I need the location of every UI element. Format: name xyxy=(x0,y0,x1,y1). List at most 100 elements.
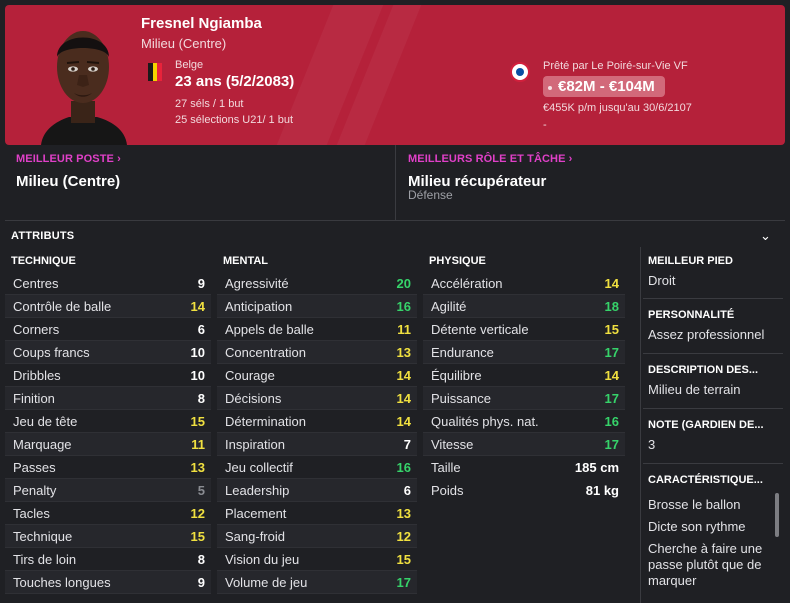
personality-value: Assez professionnel xyxy=(648,327,765,342)
mental-attribute-row[interactable]: Concentration 13 xyxy=(217,341,417,364)
trait-item: Cherche à faire une passe plutôt que de … xyxy=(648,541,763,588)
attribute-value: 15 xyxy=(604,322,619,337)
mental-attribute-row[interactable]: Vision du jeu 15 xyxy=(217,548,417,571)
physique-attribute-row[interactable]: Détente verticale 15 xyxy=(423,318,625,341)
technique-attribute-row[interactable]: Dribbles 10 xyxy=(5,364,211,387)
player-caps: 27 séls / 1 but xyxy=(175,98,244,110)
physique-attribute-row[interactable]: Accélération 14 xyxy=(423,272,625,295)
technique-attribute-row[interactable]: Technique 15 xyxy=(5,525,211,548)
mental-attribute-row[interactable]: Inspiration 7 xyxy=(217,433,417,456)
mental-attribute-row[interactable]: Anticipation 16 xyxy=(217,295,417,318)
attribute-value: 14 xyxy=(396,368,411,383)
technique-attribute-row[interactable]: Centres 9 xyxy=(5,272,211,295)
technique-attribute-row[interactable]: Marquage 11 xyxy=(5,433,211,456)
attribute-value: 13 xyxy=(396,506,411,521)
attribute-value: 15 xyxy=(190,529,205,544)
weight-value: 81 kg xyxy=(585,483,619,498)
technique-attribute-row[interactable]: Contrôle de balle 14 xyxy=(5,295,211,318)
technique-attribute-row[interactable]: Passes 13 xyxy=(5,456,211,479)
gk-rating-label: NOTE (GARDIEN DE... xyxy=(648,419,764,431)
chevron-down-icon[interactable]: ⌄ xyxy=(760,228,771,244)
attribute-label: Agressivité xyxy=(225,276,289,291)
attribute-value: 11 xyxy=(191,437,205,452)
mental-attribute-row[interactable]: Jeu collectif 16 xyxy=(217,456,417,479)
attribute-label: Technique xyxy=(13,529,73,544)
attribute-value: 9 xyxy=(197,276,205,291)
trait-item: Brosse le ballon xyxy=(648,497,741,512)
player-traits[interactable]: CARACTÉRISTIQUE... xyxy=(648,474,783,486)
technique-column: TECHNIQUE Centres 9 Contrôle de balle 14 Cor… xyxy=(5,255,211,594)
technique-attribute-row[interactable]: Corners 6 xyxy=(5,318,211,341)
attribute-value: 15 xyxy=(396,552,411,567)
attribute-label: Coups francs xyxy=(13,345,90,360)
technique-attribute-row[interactable]: Tirs de loin 8 xyxy=(5,548,211,571)
technique-attribute-row[interactable]: Jeu de tête 15 xyxy=(5,410,211,433)
best-role-duty: Défense xyxy=(408,188,453,202)
attribute-value: 20 xyxy=(396,276,411,291)
physique-attribute-row[interactable]: Qualités phys. nat. 16 xyxy=(423,410,625,433)
attribute-value: 7 xyxy=(403,437,411,452)
attribute-value: 14 xyxy=(604,276,619,291)
attribute-label: Endurance xyxy=(431,345,494,360)
attribute-value: 17 xyxy=(604,437,619,452)
traits-label: CARACTÉRISTIQUE... xyxy=(648,474,763,486)
attribute-label: Équilibre xyxy=(431,368,482,383)
wage-info: €455K p/m jusqu'au 30/6/2107 xyxy=(543,102,692,114)
best-position-value: Milieu (Centre) xyxy=(16,173,121,190)
mental-attribute-row[interactable]: Placement 13 xyxy=(217,502,417,525)
attribute-value: 13 xyxy=(396,345,411,360)
technique-attribute-row[interactable]: Tacles 12 xyxy=(5,502,211,525)
mental-attribute-row[interactable]: Agressivité 20 xyxy=(217,272,417,295)
technique-attribute-row[interactable]: Touches longues 9 xyxy=(5,571,211,594)
player-nationality: Belge xyxy=(175,59,204,71)
attribute-label: Marquage xyxy=(13,437,72,452)
physique-attribute-row[interactable]: Puissance 17 xyxy=(423,387,625,410)
loan-info[interactable]: Prêté par Le Poiré-sur-Vie VF xyxy=(543,60,688,72)
weight-row: Poids 81 kg xyxy=(423,479,625,502)
mental-attribute-row[interactable]: Appels de balle 11 xyxy=(217,318,417,341)
technique-attribute-row[interactable]: Penalty 5 xyxy=(5,479,211,502)
mental-attribute-row[interactable]: Courage 14 xyxy=(217,364,417,387)
player-avatar xyxy=(41,31,127,145)
attribute-value: 5 xyxy=(197,483,205,498)
traits-scrollbar[interactable] xyxy=(775,493,779,537)
attribute-label: Placement xyxy=(225,506,287,521)
best-foot-value: Droit xyxy=(648,273,676,288)
physique-attribute-row[interactable]: Vitesse 17 xyxy=(423,433,625,456)
club-badge-icon xyxy=(510,62,530,82)
mental-attribute-row[interactable]: Leadership 6 xyxy=(217,479,417,502)
technique-attribute-row[interactable]: Coups francs 10 xyxy=(5,341,211,364)
attribute-value: 15 xyxy=(190,414,205,429)
technique-attribute-row[interactable]: Finition 8 xyxy=(5,387,211,410)
best-role-panel[interactable]: MEILLEURS RÔLE ET TÂCHE › Milieu récupér… xyxy=(397,145,785,220)
best-role-label[interactable]: MEILLEURS RÔLE ET TÂCHE › xyxy=(408,153,572,165)
description-label: DESCRIPTION DES... xyxy=(648,364,759,376)
height-value: 185 cm xyxy=(574,460,619,475)
technique-header: TECHNIQUE xyxy=(11,255,76,267)
transfer-value[interactable]: €82M - €104M xyxy=(543,76,665,97)
mental-attribute-row[interactable]: Volume de jeu 17 xyxy=(217,571,417,594)
player-header: Fresnel Ngiamba Milieu (Centre) Belge 23… xyxy=(5,5,785,145)
goalkeeper-rating[interactable]: NOTE (GARDIEN DE... 3 xyxy=(648,419,783,452)
physique-attribute-row[interactable]: Équilibre 14 xyxy=(423,364,625,387)
best-position-label[interactable]: MEILLEUR POSTE › xyxy=(16,153,121,165)
attribute-label: Dribbles xyxy=(13,368,61,383)
divider xyxy=(640,247,641,603)
mental-attribute-row[interactable]: Sang-froid 12 xyxy=(217,525,417,548)
divider xyxy=(643,353,783,354)
attribute-label: Vitesse xyxy=(431,437,474,452)
media-description[interactable]: DESCRIPTION DES... Milieu de terrain xyxy=(648,364,783,397)
physique-attribute-row[interactable]: Endurance 17 xyxy=(423,341,625,364)
gk-rating-value: 3 xyxy=(648,437,656,452)
best-position-panel[interactable]: MEILLEUR POSTE › Milieu (Centre) xyxy=(5,145,395,220)
attribute-value: 17 xyxy=(396,575,411,590)
attribute-value: 14 xyxy=(190,299,205,314)
attribute-label: Décisions xyxy=(225,391,282,406)
attribute-label: Concentration xyxy=(225,345,306,360)
physique-attribute-row[interactable]: Agilité 18 xyxy=(423,295,625,318)
attribute-label: Volume de jeu xyxy=(225,575,308,590)
attribute-label: Anticipation xyxy=(225,299,293,314)
mental-attribute-row[interactable]: Détermination 14 xyxy=(217,410,417,433)
mental-attribute-row[interactable]: Décisions 14 xyxy=(217,387,417,410)
attribute-label: Jeu collectif xyxy=(225,460,293,475)
